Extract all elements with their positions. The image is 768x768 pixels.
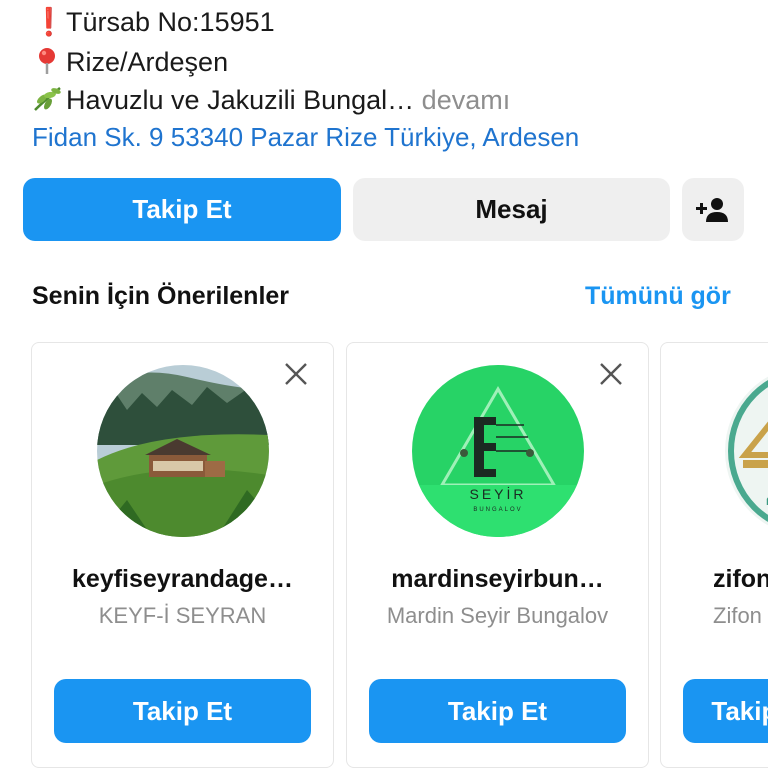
- close-icon[interactable]: [281, 359, 311, 389]
- suggestions-title: Senin İçin Önerilenler: [32, 282, 290, 310]
- suggestion-follow-button[interactable]: Takip Et: [54, 679, 311, 743]
- address-link[interactable]: Fidan Sk. 9 53340 Pazar Rize Türkiye, Ar…: [32, 119, 579, 155]
- suggestion-full-name: Zifon: [713, 603, 762, 628]
- suggestion-username[interactable]: mardinseyirbun…: [347, 565, 648, 594]
- suggestion-follow-button[interactable]: Takip Et: [683, 679, 768, 743]
- suggestion-full-name: Mardin Seyir Bungalov: [386, 603, 609, 628]
- bio-description-text: Havuzlu ve Jakuzili Bungal…: [66, 85, 415, 115]
- bio-tursab-text: Türsab No:15951: [66, 7, 275, 37]
- avatar[interactable]: SEYİR BUNGALOV: [411, 365, 584, 537]
- more-link[interactable]: devamı: [414, 85, 511, 115]
- suggestion-username[interactable]: keyfiseyrandage…: [32, 565, 333, 594]
- suggestion-card-mardinseyir[interactable]: SEYİR BUNGALOV mardinseyirbun… Mardin Se…: [346, 342, 649, 768]
- herb-icon: [32, 82, 66, 118]
- add-person-icon: [696, 197, 728, 222]
- suggestion-card-keyfiseyran[interactable]: keyfiseyrandage… KEYF-İ SEYRAN Takip Et: [31, 342, 334, 768]
- bio-line-description: Havuzlu ve Jakuzili Bungal… devamı: [32, 82, 510, 118]
- message-button[interactable]: Mesaj: [353, 178, 670, 241]
- suggestion-follow-button[interactable]: Takip Et: [369, 679, 626, 743]
- see-all-link[interactable]: Tümünü gör: [585, 282, 731, 311]
- suggestion-card-zifon[interactable]: Z zifon Zifon Takip Et: [660, 342, 768, 768]
- suggestion-username[interactable]: zifon: [713, 565, 768, 594]
- avatar[interactable]: Z: [725, 365, 768, 537]
- bio-line-location: Rize/Ardeşen: [32, 44, 228, 80]
- close-icon[interactable]: [596, 359, 626, 389]
- follow-button[interactable]: Takip Et: [23, 178, 341, 241]
- exclamation-icon: ❗: [32, 7, 66, 37]
- suggestion-full-name: KEYF-İ SEYRAN: [98, 603, 267, 628]
- avatar[interactable]: [96, 365, 269, 537]
- logo-text: SEYİR: [469, 485, 526, 502]
- bio-location-text: Rize/Ardeşen: [66, 47, 229, 77]
- bio-line-tursab: ❗Türsab No:15951: [32, 4, 275, 40]
- add-person-button[interactable]: [682, 178, 744, 241]
- pin-icon: [32, 44, 66, 80]
- logo-subtext: BUNGALOV: [473, 507, 522, 513]
